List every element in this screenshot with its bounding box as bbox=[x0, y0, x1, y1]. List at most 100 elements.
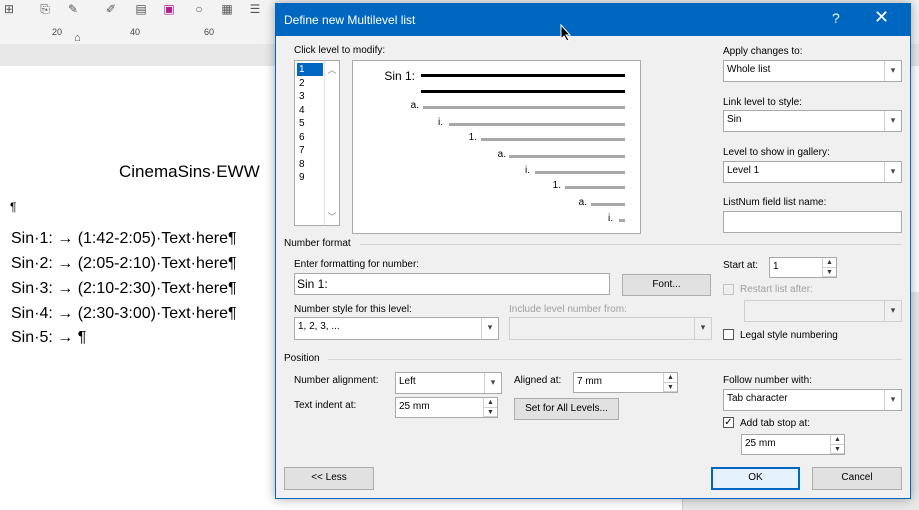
link-level-select[interactable]: Sin ▾ bbox=[723, 110, 902, 132]
chevron-down-icon[interactable]: ▾ bbox=[884, 111, 901, 131]
scroll-up-icon[interactable]: ︿ bbox=[325, 63, 339, 76]
set-all-levels-button[interactable]: Set for All Levels... bbox=[514, 398, 619, 420]
level-item[interactable]: 5 bbox=[297, 117, 323, 130]
spin-down-icon[interactable]: ▼ bbox=[484, 408, 497, 417]
restart-list-select[interactable]: ▾ bbox=[744, 300, 902, 322]
number-format-input[interactable]: Sin 1: bbox=[294, 273, 610, 295]
chevron-down-icon[interactable]: ▾ bbox=[884, 390, 901, 410]
table-icon[interactable]: ▦ bbox=[220, 2, 234, 16]
level-scrollbar[interactable]: ︿ ﹀ bbox=[324, 61, 339, 225]
level-item[interactable]: 7 bbox=[297, 144, 323, 157]
tab-stop-input[interactable]: 25 mm ▲ ▼ bbox=[741, 434, 845, 455]
scroll-down-icon[interactable]: ﹀ bbox=[325, 210, 339, 223]
level-item[interactable]: 2 bbox=[297, 77, 323, 90]
ruler-label: 40 bbox=[130, 27, 141, 37]
level-item[interactable]: 4 bbox=[297, 104, 323, 117]
chevron-down-icon[interactable]: ▾ bbox=[694, 318, 711, 339]
highlight-icon[interactable]: ✎ bbox=[66, 2, 80, 16]
aligned-at-spinner[interactable]: ▲ ▼ bbox=[663, 373, 677, 392]
indent-marker-icon[interactable]: ⌂ bbox=[74, 32, 81, 44]
level-listbox[interactable]: 1 2 3 4 5 6 7 8 9 ︿ ﹀ bbox=[294, 60, 340, 226]
legal-style-checkbox[interactable] bbox=[723, 329, 734, 340]
apply-changes-label: Apply changes to: bbox=[723, 46, 803, 57]
spin-up-icon[interactable]: ▲ bbox=[664, 373, 677, 383]
multilevel-list-dialog: Define new Multilevel list ? ✕ Click lev… bbox=[275, 3, 911, 499]
listnum-input[interactable] bbox=[723, 211, 902, 233]
ok-button[interactable]: OK bbox=[711, 467, 800, 490]
section-divider bbox=[328, 359, 902, 360]
chevron-down-icon[interactable]: ▾ bbox=[884, 61, 901, 81]
less-button[interactable]: << Less bbox=[284, 467, 374, 490]
aligned-at-label: Aligned at: bbox=[514, 375, 562, 386]
edit-icon[interactable]: ✐ bbox=[104, 2, 118, 16]
include-level-select[interactable]: ▾ bbox=[509, 317, 712, 340]
spin-down-icon[interactable]: ▼ bbox=[823, 268, 836, 277]
start-at-input[interactable]: 1 ▲ ▼ bbox=[769, 257, 837, 278]
level-item[interactable]: 6 bbox=[297, 131, 323, 144]
chevron-down-icon[interactable]: ▾ bbox=[884, 301, 901, 321]
level-item[interactable]: 8 bbox=[297, 158, 323, 171]
apply-changes-value: Whole list bbox=[727, 64, 771, 75]
font-button[interactable]: Font... bbox=[622, 274, 711, 296]
text-indent-spinner[interactable]: ▲ ▼ bbox=[483, 398, 497, 417]
follow-number-value: Tab character bbox=[727, 393, 788, 404]
preview-line bbox=[509, 155, 625, 158]
circle-icon[interactable]: ○ bbox=[192, 2, 206, 16]
paste-icon[interactable]: ⎘ bbox=[38, 2, 52, 16]
spin-up-icon[interactable]: ▲ bbox=[484, 398, 497, 408]
aligned-at-input[interactable]: 7 mm ▲ ▼ bbox=[573, 372, 678, 393]
number-style-select[interactable]: 1, 2, 3, ... ▾ bbox=[294, 317, 499, 340]
help-button[interactable]: ? bbox=[832, 10, 840, 26]
dialog-titlebar[interactable]: Define new Multilevel list ? ✕ bbox=[276, 4, 910, 36]
text-indent-label: Text indent at: bbox=[294, 400, 357, 411]
borders-icon[interactable]: ⊞ bbox=[2, 2, 16, 16]
preview-label: Sin 1: bbox=[384, 69, 415, 83]
number-alignment-value: Left bbox=[399, 376, 416, 387]
level-gallery-label: Level to show in gallery: bbox=[723, 147, 830, 158]
spin-down-icon[interactable]: ▼ bbox=[664, 383, 677, 392]
preview-line bbox=[591, 203, 625, 206]
number-format-section: Number format bbox=[284, 238, 351, 249]
chevron-down-icon[interactable]: ▾ bbox=[481, 318, 498, 339]
document-icon[interactable]: ▤ bbox=[134, 2, 148, 16]
chevron-down-icon[interactable]: ▾ bbox=[884, 162, 901, 182]
follow-number-select[interactable]: Tab character ▾ bbox=[723, 389, 902, 411]
restart-list-label: Restart list after: bbox=[740, 284, 813, 295]
number-style-label: Number style for this level: bbox=[294, 304, 412, 315]
text-indent-input[interactable]: 25 mm ▲ ▼ bbox=[395, 397, 498, 418]
preview-label: i. bbox=[525, 165, 530, 176]
ruler-label: 20 bbox=[52, 27, 63, 37]
spin-up-icon[interactable]: ▲ bbox=[831, 435, 844, 445]
preview-label: a. bbox=[578, 197, 587, 208]
preview-label: i. bbox=[438, 117, 443, 128]
preview-label: 1. bbox=[552, 180, 561, 191]
spin-up-icon[interactable]: ▲ bbox=[823, 258, 836, 268]
preview-line bbox=[449, 123, 625, 126]
preview-line bbox=[423, 106, 625, 109]
save-icon[interactable]: ▣ bbox=[162, 2, 176, 16]
level-item[interactable]: 1 bbox=[297, 63, 323, 76]
restart-list-checkbox[interactable] bbox=[723, 284, 734, 295]
preview-line bbox=[481, 138, 625, 141]
preview-line bbox=[421, 90, 625, 93]
tab-stop-spinner[interactable]: ▲ ▼ bbox=[830, 435, 844, 454]
doc-line: Sin·4: → (2:30-3:00)·Text·here¶ bbox=[11, 305, 237, 322]
close-button[interactable]: ✕ bbox=[874, 7, 889, 28]
list-icon[interactable]: ☰ bbox=[248, 2, 262, 16]
level-gallery-select[interactable]: Level 1 ▾ bbox=[723, 161, 902, 183]
chevron-down-icon[interactable]: ▾ bbox=[484, 373, 501, 393]
spin-down-icon[interactable]: ▼ bbox=[831, 445, 844, 454]
enter-formatting-label: Enter formatting for number: bbox=[294, 259, 420, 270]
ruler-label: 60 bbox=[204, 27, 215, 37]
cancel-button[interactable]: Cancel bbox=[812, 467, 902, 490]
list-preview: Sin 1: a. i. 1. a. i. 1. a. i. bbox=[352, 60, 641, 234]
doc-line: Sin·1: → (1:42-2:05)·Text·here¶ bbox=[11, 230, 237, 247]
doc-line: Sin·5: → ¶ bbox=[11, 329, 87, 346]
start-at-spinner[interactable]: ▲ ▼ bbox=[822, 258, 836, 277]
level-item[interactable]: 9 bbox=[297, 171, 323, 184]
add-tab-stop-checkbox[interactable]: ✓ bbox=[723, 417, 734, 428]
level-item[interactable]: 3 bbox=[297, 90, 323, 103]
number-alignment-select[interactable]: Left ▾ bbox=[395, 372, 502, 394]
preview-line bbox=[619, 219, 625, 222]
apply-changes-select[interactable]: Whole list ▾ bbox=[723, 60, 902, 82]
